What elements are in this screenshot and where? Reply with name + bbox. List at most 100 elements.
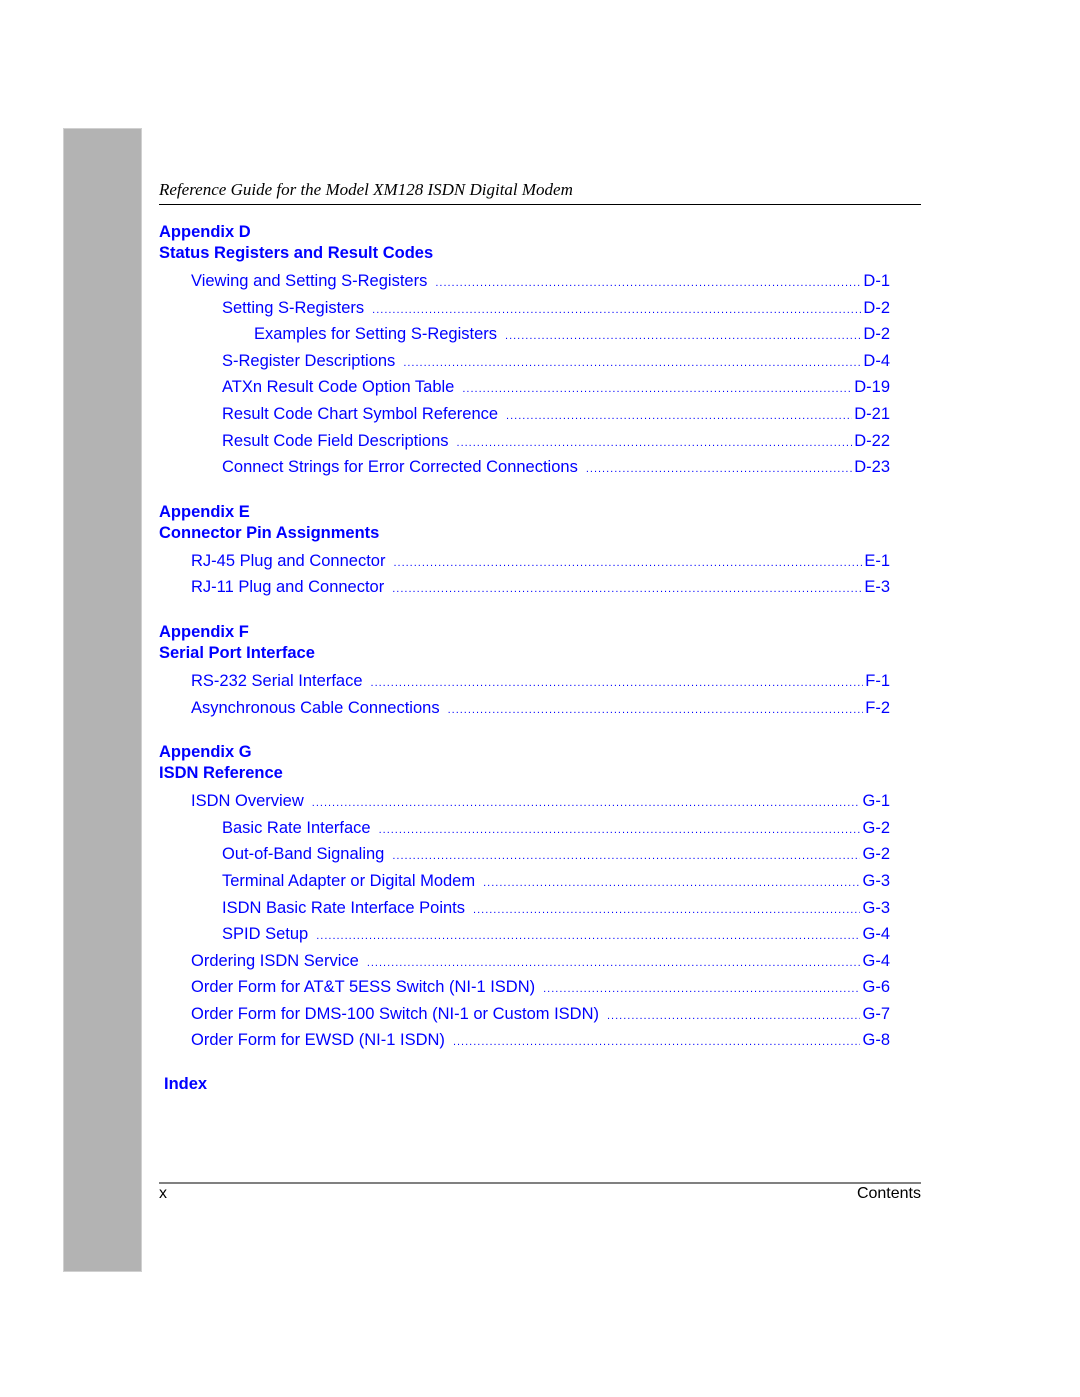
footer-rule <box>159 1182 921 1184</box>
toc-entry[interactable]: Ordering ISDN Service G-4 <box>159 952 890 979</box>
toc-entry[interactable]: Asynchronous Cable Connections F-2 <box>159 699 890 726</box>
dot-leader <box>435 277 861 289</box>
dot-leader <box>586 463 852 475</box>
toc-entry[interactable]: Order Form for EWSD (NI-1 ISDN) G-8 <box>159 1031 890 1058</box>
toc-sections: Appendix D Status Registers and Result Co… <box>159 222 890 1058</box>
toc-entry[interactable]: Terminal Adapter or Digital Modem G-3 <box>159 872 890 899</box>
dot-leader <box>393 557 862 569</box>
toc-entry[interactable]: ISDN Overview G-1 <box>159 792 890 819</box>
toc-entry-page: D-1 <box>863 272 890 290</box>
toc-entry-page: G-4 <box>862 951 890 970</box>
appendix-title[interactable]: ISDN Reference <box>159 763 890 784</box>
toc-entry-label: Result Code Field Descriptions <box>222 431 449 450</box>
dot-leader <box>506 410 852 422</box>
toc-entry[interactable]: Basic Rate Interface G-2 <box>159 819 890 846</box>
page-side-tab <box>63 128 142 1272</box>
dot-leader <box>379 824 861 836</box>
toc-entry-label: Setting S-Registers <box>222 298 365 317</box>
toc-entry-label: ISDN Overview <box>191 792 304 811</box>
toc-entry-page: F-1 <box>865 671 890 690</box>
dot-leader <box>543 983 860 995</box>
dot-leader <box>316 930 860 942</box>
dot-leader <box>607 1010 860 1022</box>
dot-leader <box>312 797 861 809</box>
appendix-heading[interactable]: Appendix G <box>159 742 890 763</box>
toc-entry-label: Result Code Chart Symbol Reference <box>222 404 499 423</box>
toc-entry[interactable]: Examples for Setting S-Registers D-2 <box>159 325 890 352</box>
dot-leader <box>483 877 860 889</box>
toc-entry-page: G-3 <box>862 898 890 917</box>
dot-leader <box>453 1036 861 1048</box>
toc-entry-label: Connect Strings for Error Corrected Conn… <box>222 458 578 477</box>
toc-entry-page: D-22 <box>854 431 890 450</box>
toc-entry-label: ATXn Result Code Option Table <box>222 378 455 397</box>
dot-leader <box>392 583 862 595</box>
dot-leader <box>372 304 861 316</box>
toc-section: Appendix D Status Registers and Result Co… <box>159 222 890 485</box>
toc-section: Appendix F Serial Port Interface RS-232 Se… <box>159 622 890 725</box>
toc-entry[interactable]: RJ-11 Plug and Connector E-3 <box>159 578 890 605</box>
toc-entry[interactable]: SPID Setup G-4 <box>159 925 890 952</box>
toc-entry[interactable]: S-Register Descriptions D-4 <box>159 352 890 379</box>
toc-entry-label: Order Form for EWSD (NI-1 ISDN) <box>191 1031 445 1050</box>
toc-entry-label: RS-232 Serial Interface <box>191 671 363 690</box>
toc-entry-label: Order Form for DMS-100 Switch (NI-1 or C… <box>191 1004 599 1023</box>
toc-entry-list: RS-232 Serial Interface F-1 Asynchronous C… <box>159 672 890 725</box>
toc-entry-page: E-3 <box>864 578 890 597</box>
appendix-title[interactable]: Connector Pin Assignments <box>159 523 890 544</box>
dot-leader <box>473 904 860 916</box>
toc-entry-page: D-19 <box>854 378 890 397</box>
toc-entry[interactable]: Viewing and Setting S-Registers D-1 <box>159 272 890 299</box>
toc-entry-label: Terminal Adapter or Digital Modem <box>222 871 476 890</box>
toc-entry-page: G-2 <box>862 818 890 837</box>
toc-entry[interactable]: Setting S-Registers D-2 <box>159 299 890 326</box>
dot-leader <box>371 677 864 689</box>
toc-entry-page: D-2 <box>863 325 890 344</box>
toc-entry-page: D-21 <box>854 404 890 423</box>
toc-entry[interactable]: Result Code Field Descriptions D-22 <box>159 432 890 459</box>
toc-entry-label: Order Form for AT&T 5ESS Switch (NI-1 IS… <box>191 978 536 997</box>
toc-entry-list: Viewing and Setting S-Registers D-1 Settin… <box>159 272 890 485</box>
toc-entry[interactable]: RS-232 Serial Interface F-1 <box>159 672 890 699</box>
toc-entry[interactable]: ATXn Result Code Option Table D-19 <box>159 378 890 405</box>
toc-entry[interactable]: ISDN Basic Rate Interface Points G-3 <box>159 899 890 926</box>
toc-entry-label: SPID Setup <box>222 925 309 944</box>
toc-entry[interactable]: Result Code Chart Symbol Reference D-21 <box>159 405 890 432</box>
toc-entry-label: Basic Rate Interface <box>222 818 371 837</box>
toc-entry-label: RJ-45 Plug and Connector <box>191 551 386 570</box>
appendix-title[interactable]: Status Registers and Result Codes <box>159 243 890 264</box>
toc-entry[interactable]: Out-of-Band Signaling G-2 <box>159 845 890 872</box>
toc-entry-list: RJ-45 Plug and Connector E-1 RJ-11 Plug an… <box>159 552 890 605</box>
toc-entry[interactable]: Order Form for AT&T 5ESS Switch (NI-1 IS… <box>159 978 890 1005</box>
dot-leader <box>462 383 852 395</box>
dot-leader <box>403 357 861 369</box>
toc-entry-label: RJ-11 Plug and Connector <box>191 578 385 597</box>
appendix-heading[interactable]: Appendix D <box>159 222 890 243</box>
appendix-title[interactable]: Serial Port Interface <box>159 643 890 664</box>
dot-leader <box>457 437 853 449</box>
dot-leader <box>448 704 864 716</box>
running-header-title: Reference Guide for the Model XM128 ISDN… <box>159 180 573 199</box>
toc-entry-label: Examples for Setting S-Registers <box>254 325 498 344</box>
toc-entry-page: D-2 <box>863 298 890 317</box>
footer-section-name: Contents <box>856 1185 921 1202</box>
toc-entry-label: S-Register Descriptions <box>222 351 396 370</box>
toc-entry-page: G-8 <box>862 1031 890 1050</box>
toc-entry-page: D-4 <box>863 351 890 370</box>
toc-entry[interactable]: Connect Strings for Error Corrected Conn… <box>159 458 890 485</box>
table-of-contents: Appendix D Status Registers and Result Co… <box>159 222 890 1094</box>
footer-page-number: x <box>159 1185 167 1202</box>
toc-entry-list: ISDN OverviewG-1Basic Rate Interface G-2 O… <box>159 792 890 1058</box>
toc-entry-page: D-23 <box>854 458 890 477</box>
toc-entry-page: G-7 <box>862 1004 890 1023</box>
toc-entry[interactable]: Order Form for DMS-100 Switch (NI-1 or C… <box>159 1005 890 1032</box>
appendix-heading[interactable]: Appendix E <box>159 502 890 523</box>
appendix-heading[interactable]: Appendix F <box>159 622 890 643</box>
toc-entry-label: Out-of-Band Signaling <box>222 845 385 864</box>
toc-entry[interactable]: RJ-45 Plug and Connector E-1 <box>159 552 890 579</box>
toc-entry-page: F-2 <box>865 698 890 717</box>
toc-entry-label: Asynchronous Cable Connections <box>191 698 440 717</box>
dot-leader <box>505 330 861 342</box>
toc-index-link[interactable]: Index <box>164 1075 890 1094</box>
toc-section: Appendix GISDN Reference ISDN Overview G-1… <box>159 742 890 1058</box>
